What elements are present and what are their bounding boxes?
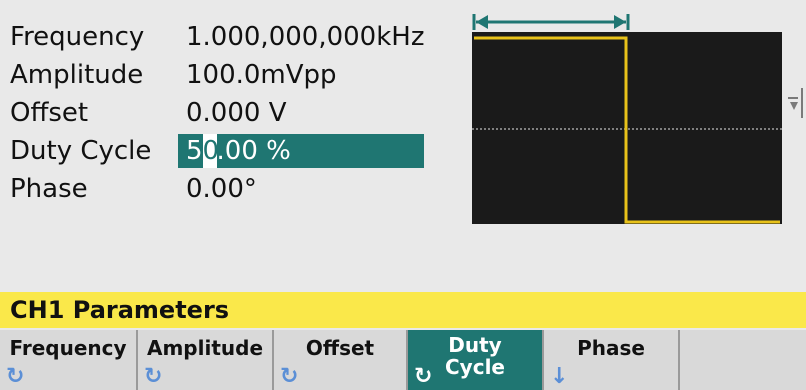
function-generator-screen: Frequency 1.000,000,000kHz Amplitude 100… [0, 0, 806, 390]
square-wave-graphic [472, 36, 782, 224]
param-value: 0.000 V [186, 98, 287, 128]
param-label: Amplitude [10, 60, 144, 90]
softkey-frequency[interactable]: Frequency ↻ [0, 330, 138, 390]
softkey-label-line1: Duty [448, 333, 502, 357]
rotary-knob-icon: ↻ [144, 364, 163, 389]
softkey-duty-cycle[interactable]: Duty Cycle ↻ [408, 330, 544, 390]
duty-cycle-value-field[interactable]: 50.00 % [178, 134, 424, 168]
softkey-offset[interactable]: Offset ↻ [274, 330, 408, 390]
softkey-empty[interactable] [680, 330, 806, 390]
softkey-bar: Frequency ↻ Amplitude ↻ Offset ↻ Duty Cyc… [0, 330, 806, 390]
rotary-knob-icon: ↻ [414, 364, 433, 389]
softkey-label: Frequency [9, 336, 127, 360]
param-value: 100.0mVpp [186, 60, 337, 90]
softkey-label: Offset [305, 336, 375, 360]
softkey-phase[interactable]: Phase ↓ [544, 330, 680, 390]
softkey-label: Amplitude [146, 336, 264, 360]
softkey-label-line2: Cycle [445, 355, 505, 379]
value-prefix: 5 [186, 136, 203, 166]
waveform-preview [472, 32, 782, 224]
offset-level-arrow-icon [788, 88, 803, 118]
rotary-knob-icon: ↻ [280, 364, 299, 389]
period-marker-icon [472, 14, 630, 30]
param-value: 1.000,000,000kHz [186, 22, 425, 52]
param-label: Duty Cycle [10, 136, 152, 166]
edit-cursor-digit[interactable]: 0 [202, 134, 219, 168]
softkey-label: Phase [577, 336, 645, 360]
down-arrow-icon: ↓ [550, 364, 569, 389]
menu-title-bar: CH1 Parameters [0, 292, 806, 328]
param-label: Phase [10, 174, 88, 204]
param-label: Offset [10, 98, 89, 128]
rotary-knob-icon: ↻ [6, 364, 25, 389]
value-suffix: .00 % [216, 136, 291, 166]
param-label: Frequency [10, 22, 145, 52]
parameter-panel: Frequency 1.000,000,000kHz Amplitude 100… [0, 0, 466, 290]
param-value: 0.00° [186, 174, 257, 204]
softkey-amplitude[interactable]: Amplitude ↻ [138, 330, 274, 390]
